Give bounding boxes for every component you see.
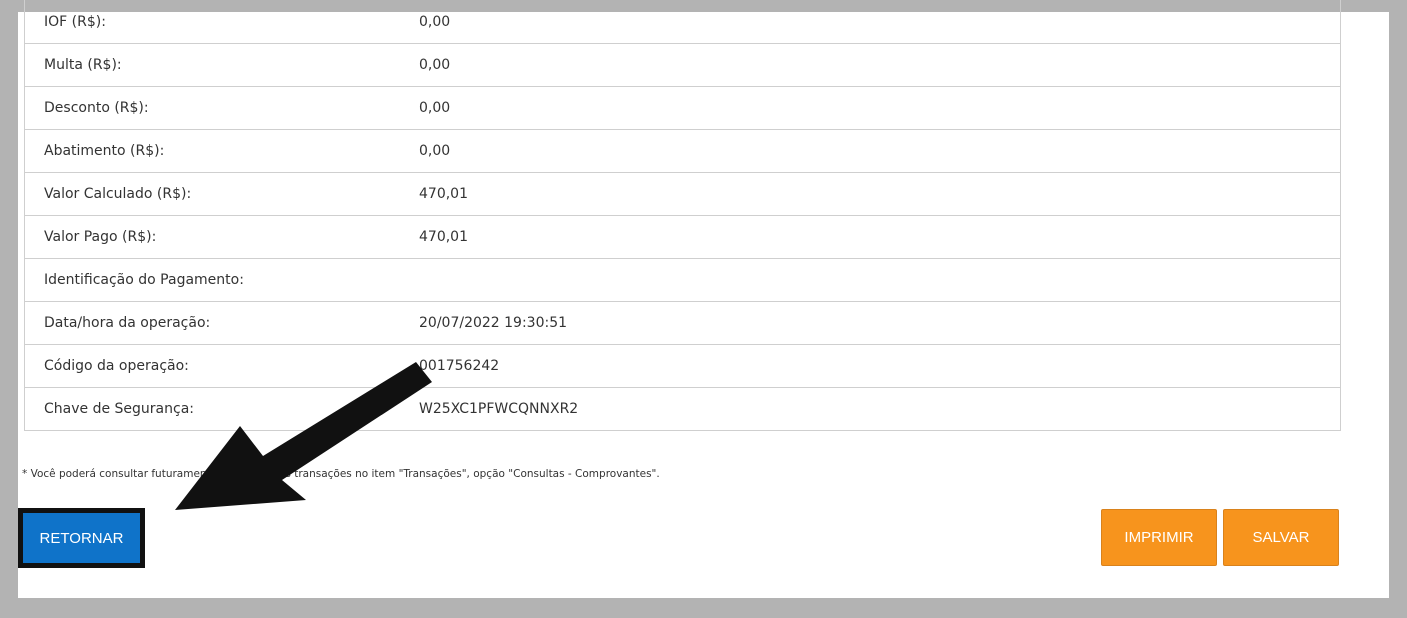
row-label-codigo: Código da operação: — [44, 358, 189, 374]
row-label-chave: Chave de Segurança: — [44, 401, 194, 417]
table-row: Identificação do Pagamento: — [25, 258, 1340, 301]
row-value-valor-pago: 470,01 — [419, 229, 468, 245]
row-value-desconto: 0,00 — [419, 100, 451, 116]
table-row: Data/hora da operação: 20/07/2022 19:30:… — [25, 301, 1340, 344]
table-row: Desconto (R$): 0,00 — [25, 86, 1340, 129]
table-row: Multa (R$): 0,00 — [25, 43, 1340, 86]
return-button[interactable]: RETORNAR — [18, 508, 145, 568]
row-value-iof: 0,00 — [419, 13, 451, 30]
row-label-desconto: Desconto (R$): — [44, 100, 149, 116]
row-label-valor-pago: Valor Pago (R$): — [44, 229, 157, 245]
table-row: Código da operação: 001756242 — [25, 344, 1340, 387]
receipt-details-table: IOF (R$): 0,00 Multa (R$): 0,00 Desconto… — [24, 0, 1341, 431]
row-value-chave: W25XC1PFWCQNNXR2 — [419, 401, 579, 417]
table-row: Chave de Segurança: W25XC1PFWCQNNXR2 — [25, 387, 1340, 430]
row-label-iof: IOF (R$): — [44, 13, 106, 30]
row-label-identificacao: Identificação do Pagamento: — [44, 272, 244, 288]
row-label-valor-calculado: Valor Calculado (R$): — [44, 186, 192, 202]
row-value-codigo: 001756242 — [419, 358, 500, 374]
row-value-abatimento: 0,00 — [419, 143, 451, 159]
row-value-multa: 0,00 — [419, 57, 451, 73]
row-value-valor-calculado: 470,01 — [419, 186, 468, 202]
print-button[interactable]: IMPRIMIR — [1101, 509, 1217, 566]
table-row: Valor Pago (R$): 470,01 — [25, 215, 1340, 258]
row-value-data-hora: 20/07/2022 19:30:51 — [419, 315, 568, 331]
receipt-panel: IOF (R$): 0,00 Multa (R$): 0,00 Desconto… — [18, 0, 1389, 598]
row-label-multa: Multa (R$): — [44, 57, 122, 73]
footnote: * Você poderá consultar futuramente essa… — [22, 468, 660, 480]
row-label-data-hora: Data/hora da operação: — [44, 315, 211, 331]
table-row: IOF (R$): 0,00 — [25, 0, 1340, 43]
save-button[interactable]: SALVAR — [1223, 509, 1339, 566]
table-row: Abatimento (R$): 0,00 — [25, 129, 1340, 172]
row-label-abatimento: Abatimento (R$): — [44, 143, 165, 159]
table-row: Valor Calculado (R$): 470,01 — [25, 172, 1340, 215]
